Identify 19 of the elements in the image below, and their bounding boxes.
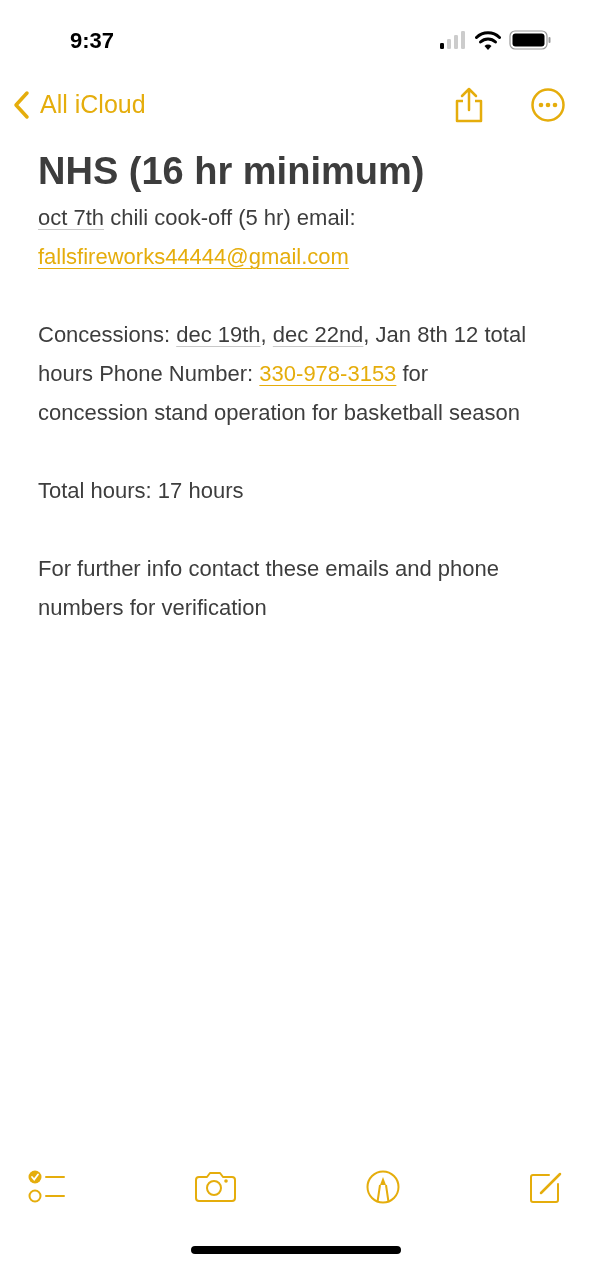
phone-link[interactable]: 330-978-3153 — [259, 361, 397, 386]
compose-icon[interactable] — [529, 1170, 563, 1204]
note-title: NHS (16 hr minimum) — [38, 149, 426, 194]
more-icon[interactable] — [531, 88, 565, 122]
status-time: 9:37 — [70, 26, 115, 55]
back-button[interactable]: All iCloud — [12, 86, 146, 124]
share-icon[interactable] — [453, 87, 485, 123]
note-paragraph: Total hours: 17 hours — [38, 477, 245, 505]
email-link[interactable]: fallsfireworks44444@gmail.com — [38, 244, 349, 269]
camera-icon[interactable] — [195, 1170, 237, 1202]
note-paragraph: oct 7th chili cook-off (5 hr) email: fallsfireworks44444@gmail.com — [38, 204, 357, 271]
wifi-icon — [475, 30, 501, 50]
checklist-icon[interactable] — [28, 1170, 66, 1204]
back-chevron-icon — [12, 90, 30, 120]
markup-pen-icon[interactable] — [366, 1170, 400, 1204]
note-paragraph: For further info contact these emails and phone numbers for verification — [38, 555, 501, 622]
battery-icon — [509, 30, 551, 50]
signal-icon — [439, 31, 467, 49]
note-paragraph: Concessions: dec 19th, dec 22nd, Jan 8th 12 total hours Phone Number: 330-978-3153 for concession stand operation for basketball season — [38, 321, 528, 427]
